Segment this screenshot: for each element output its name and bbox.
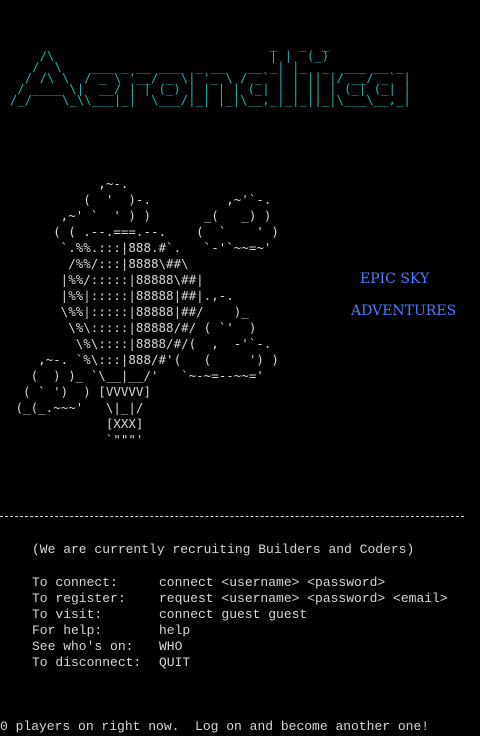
help-command: help (159, 623, 191, 638)
game-title-ascii-logo: _ _ _ /\ | | (_) / \ ___ _ __ ___ _ __ _… (10, 38, 411, 107)
section-divider (0, 516, 464, 517)
players-online-status: 0 players on right now. Log on and becom… (0, 719, 430, 734)
quit-command: QUIT (159, 655, 191, 670)
connect-label: To connect: (32, 575, 118, 590)
help-label: For help: (32, 623, 103, 638)
recruitment-notice: (We are currently recruiting Builders an… (32, 542, 415, 557)
register-label: To register: (32, 591, 126, 606)
tagline-epic-sky: EPIC SKY (360, 271, 430, 287)
airship-ascii-art: ,~-. ( ' )-. ,~'`-. ,~' ` ' ) ) _( _) ) … (15, 176, 279, 447)
disconnect-label: To disconnect: (32, 655, 142, 670)
who-command: WHO (159, 639, 183, 654)
visit-label: To visit: (32, 607, 103, 622)
tagline-adventures: ADVENTURES (351, 303, 457, 319)
visit-command: connect guest guest (159, 607, 308, 622)
whos-on-label: See who's on: (32, 639, 134, 654)
connect-command: connect <username> <password> (159, 575, 386, 590)
register-command: request <username> <password> <email> (159, 591, 448, 606)
